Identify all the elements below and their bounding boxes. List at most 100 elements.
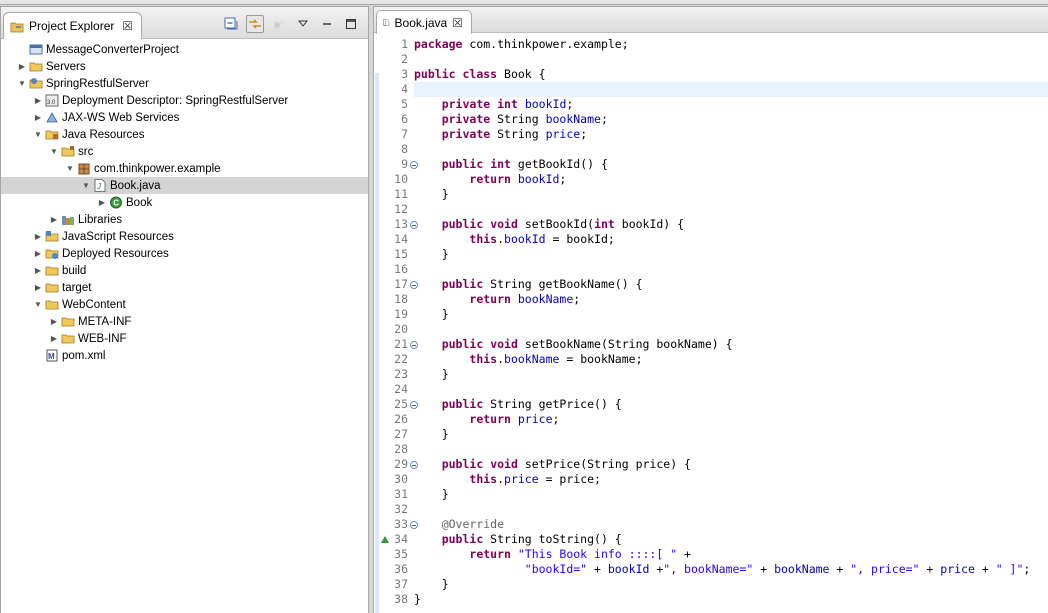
code-line[interactable]: }	[414, 487, 1048, 502]
code-token: int	[594, 217, 615, 231]
code-line[interactable]: this.bookName = bookName;	[414, 352, 1048, 367]
code-line[interactable]: "bookId=" + bookId +", bookName=" + book…	[414, 562, 1048, 577]
expand-arrow-icon[interactable]: ▶	[33, 266, 43, 276]
tab-book-java[interactable]: J Book.java ☒	[376, 10, 472, 34]
code-line[interactable]: private String price;	[414, 127, 1048, 142]
expand-arrow-icon[interactable]: ▶	[33, 232, 43, 242]
code-line[interactable]	[414, 442, 1048, 457]
tree-item[interactable]: ▶ Deployed Resources	[1, 245, 368, 262]
code-line[interactable]: public class Book {	[414, 67, 1048, 82]
line-number: 37	[394, 577, 408, 591]
tree-item[interactable]: ▶ JavaScript Resources	[1, 228, 368, 245]
code-line[interactable]	[414, 82, 1048, 97]
collapse-all-button[interactable]	[222, 15, 240, 33]
tab-project-explorer[interactable]: Project Explorer ☒	[3, 12, 142, 39]
code-line[interactable]: public void setPrice(String price) {	[414, 457, 1048, 472]
collapse-arrow-icon[interactable]: ▼	[17, 79, 27, 89]
code-line[interactable]: }	[414, 592, 1048, 607]
code-line[interactable]: return bookName;	[414, 292, 1048, 307]
code-line[interactable]: this.bookId = bookId;	[414, 232, 1048, 247]
code-line[interactable]: }	[414, 367, 1048, 382]
code-line[interactable]: @Override	[414, 517, 1048, 532]
maximize-button[interactable]	[342, 15, 360, 33]
tree-item[interactable]: ▶ 3.0 Deployment Descriptor: SpringRestful…	[1, 92, 368, 109]
tree-item[interactable]: MessageConverterProject	[1, 41, 368, 58]
code-line[interactable]: package com.thinkpower.example;	[414, 37, 1048, 52]
code-line[interactable]	[414, 382, 1048, 397]
code-line[interactable]	[414, 142, 1048, 157]
line-number: 11	[394, 187, 408, 201]
link-with-editor-button[interactable]	[246, 15, 264, 33]
close-icon[interactable]: ☒	[452, 16, 463, 30]
code-line[interactable]: }	[414, 427, 1048, 442]
collapse-arrow-icon[interactable]: ▼	[33, 130, 43, 140]
tree-item[interactable]: Mpom.xml	[1, 347, 368, 364]
tree-item[interactable]: ▶ WEB-INF	[1, 330, 368, 347]
expand-arrow-icon[interactable]: ▶	[33, 96, 43, 106]
expand-arrow-icon[interactable]: ▶	[17, 62, 27, 72]
close-icon[interactable]: ☒	[122, 19, 133, 33]
expand-arrow-icon[interactable]: ▶	[33, 249, 43, 259]
tree-item[interactable]: ▶ Libraries	[1, 211, 368, 228]
code-line[interactable]: }	[414, 577, 1048, 592]
code-line[interactable]: private String bookName;	[414, 112, 1048, 127]
line-number: 35	[394, 547, 408, 561]
collapse-arrow-icon[interactable]: ▼	[65, 164, 75, 174]
tree-item[interactable]: ▼ src	[1, 143, 368, 160]
code-line[interactable]	[414, 52, 1048, 67]
expand-arrow-icon[interactable]: ▶	[33, 283, 43, 293]
tree-item[interactable]: ▼ com.thinkpower.example	[1, 160, 368, 177]
tree-item[interactable]: ▼ SpringRestfulServer	[1, 75, 368, 92]
code-token: String toString() {	[483, 532, 622, 546]
code-line[interactable]: }	[414, 307, 1048, 322]
code-line[interactable]: public String toString() {	[414, 532, 1048, 547]
code-line[interactable]: }	[414, 247, 1048, 262]
code-line[interactable]: public String getBookName() {	[414, 277, 1048, 292]
code-line[interactable]	[414, 502, 1048, 517]
view-menu-button[interactable]	[294, 15, 312, 33]
expand-arrow-icon[interactable]: ▶	[97, 198, 107, 208]
code-line[interactable]	[414, 202, 1048, 217]
code-line[interactable]: public void setBookId(int bookId) {	[414, 217, 1048, 232]
collapse-arrow-icon[interactable]: ▼	[49, 147, 59, 157]
tree-item[interactable]: ▼ J Book.java	[1, 177, 368, 194]
tree-item[interactable]: ▶ target	[1, 279, 368, 296]
minimize-button[interactable]	[318, 15, 336, 33]
code-line[interactable]: return price;	[414, 412, 1048, 427]
tree-item[interactable]: ▶ META-INF	[1, 313, 368, 330]
code-text[interactable]: package com.thinkpower.example; public c…	[414, 37, 1048, 607]
code-line[interactable]: public void setBookName(String bookName)…	[414, 337, 1048, 352]
line-number: 34	[380, 532, 414, 547]
tree-item[interactable]: ▶ Servers	[1, 58, 368, 75]
code-line[interactable]: public String getPrice() {	[414, 397, 1048, 412]
code-line[interactable]: private int bookId;	[414, 97, 1048, 112]
collapse-arrow-icon[interactable]: ▼	[81, 181, 91, 191]
collapse-arrow-icon[interactable]: ▼	[33, 300, 43, 310]
code-line[interactable]: return "This Book info ::::[ " +	[414, 547, 1048, 562]
tree-item[interactable]: ▶ build	[1, 262, 368, 279]
view-sync-button[interactable]	[270, 15, 288, 33]
expand-arrow-icon[interactable]: ▶	[49, 215, 59, 225]
tree-item[interactable]: ▶ JAX-WS Web Services	[1, 109, 368, 126]
folder-icon	[45, 266, 59, 276]
code-line[interactable]: }	[414, 187, 1048, 202]
expand-arrow-icon[interactable]: ▶	[33, 113, 43, 123]
tree-item[interactable]: ▶ C Book	[1, 194, 368, 211]
code-token: +	[974, 562, 996, 576]
tree-item[interactable]: ▼ Java Resources	[1, 126, 368, 143]
code-area[interactable]: 1 2 3 4 5 6 7 8 9 10 11 12 13 14 15 16 17 18 19 20 21 22 23 24 2…	[374, 37, 1048, 613]
code-line[interactable]: public int getBookId() {	[414, 157, 1048, 172]
code-line[interactable]	[414, 262, 1048, 277]
code-line[interactable]: this.price = price;	[414, 472, 1048, 487]
code-line[interactable]	[414, 322, 1048, 337]
expand-arrow-icon[interactable]: ▶	[49, 317, 59, 327]
line-number: 33	[380, 517, 418, 532]
expand-arrow-icon[interactable]: ▶	[49, 334, 59, 344]
code-token: price	[504, 472, 539, 486]
override-marker-icon[interactable]	[381, 536, 389, 543]
tree-item[interactable]: ▼ WebContent	[1, 296, 368, 313]
code-line[interactable]: return bookId;	[414, 172, 1048, 187]
